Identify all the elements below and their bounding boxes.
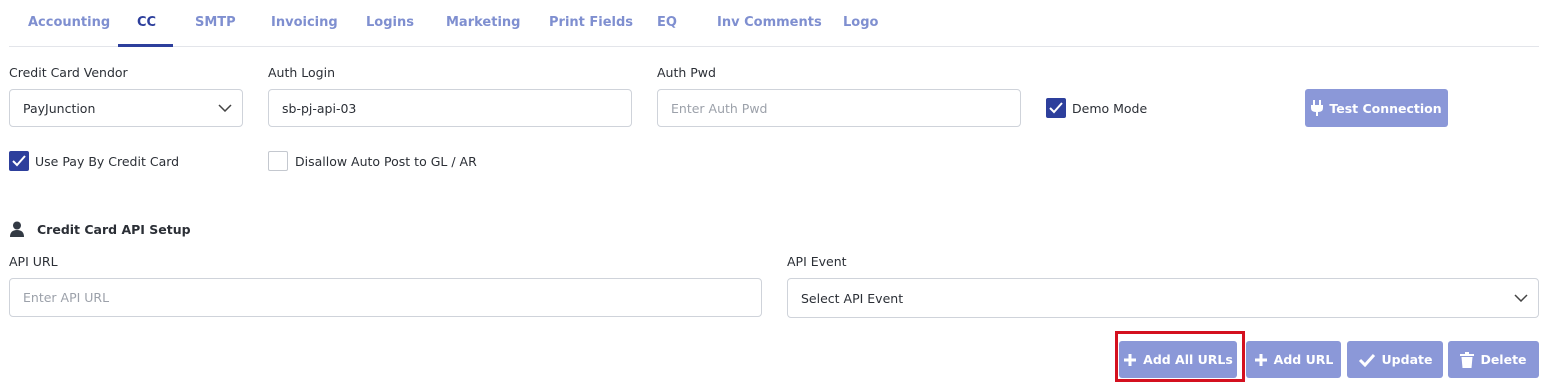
tab-inv-comments[interactable]: Inv Comments <box>717 15 822 30</box>
checkmark-icon <box>12 155 26 167</box>
auth-pwd-label: Auth Pwd <box>657 65 716 80</box>
use-pay-by-credit-card-label: Use Pay By Credit Card <box>35 154 180 169</box>
api-event-placeholder: Select API Event <box>801 290 904 306</box>
delete-label: Delete <box>1480 352 1527 367</box>
checkmark-icon <box>1049 102 1063 114</box>
credit-card-vendor-label: Credit Card Vendor <box>9 65 128 80</box>
api-event-select[interactable]: Select API Event <box>787 278 1539 318</box>
tab-logins[interactable]: Logins <box>366 15 414 30</box>
tab-logo[interactable]: Logo <box>843 15 878 30</box>
auth-login-input[interactable]: sb-pj-api-03 <box>268 89 632 127</box>
disallow-auto-post-checkbox[interactable] <box>268 151 288 171</box>
api-url-input[interactable] <box>23 290 761 305</box>
chevron-down-icon <box>1514 294 1528 302</box>
active-tab-indicator <box>118 44 173 47</box>
auth-login-value: sb-pj-api-03 <box>282 100 357 116</box>
demo-mode-checkbox[interactable] <box>1046 98 1066 118</box>
api-event-label: API Event <box>787 254 847 269</box>
plus-icon <box>1254 353 1267 366</box>
section-title: Credit Card API Setup <box>37 222 191 237</box>
add-url-button[interactable]: Add URL <box>1246 341 1341 378</box>
add-url-label: Add URL <box>1273 352 1334 367</box>
use-pay-by-credit-card-checkbox[interactable] <box>9 151 29 171</box>
auth-pwd-field[interactable] <box>657 89 1021 127</box>
tab-accounting[interactable]: Accounting <box>28 15 110 30</box>
user-icon <box>10 221 24 237</box>
update-button[interactable]: Update <box>1347 341 1443 378</box>
test-connection-label: Test Connection <box>1329 100 1442 116</box>
highlight-box <box>1115 331 1245 382</box>
tab-print-fields[interactable]: Print Fields <box>549 15 633 30</box>
checkmark-icon <box>1358 353 1375 367</box>
auth-login-label: Auth Login <box>268 65 335 80</box>
credit-card-vendor-value: PayJunction <box>23 100 96 116</box>
update-label: Update <box>1381 352 1433 367</box>
settings-tab-bar: Accounting CC SMTP Invoicing Logins Mark… <box>9 0 1539 47</box>
tab-eq[interactable]: EQ <box>657 15 677 30</box>
test-connection-button[interactable]: Test Connection <box>1305 89 1448 127</box>
delete-button[interactable]: Delete <box>1448 341 1539 378</box>
tab-invoicing[interactable]: Invoicing <box>271 15 338 30</box>
demo-mode-label: Demo Mode <box>1072 101 1148 116</box>
tab-marketing[interactable]: Marketing <box>446 15 520 30</box>
tab-cc[interactable]: CC <box>137 15 156 30</box>
plug-icon <box>1311 100 1324 116</box>
api-url-label: API URL <box>9 254 58 269</box>
auth-pwd-input[interactable] <box>671 100 1020 116</box>
chevron-down-icon <box>218 104 232 112</box>
tab-smtp[interactable]: SMTP <box>195 15 236 30</box>
api-url-field[interactable] <box>9 278 762 317</box>
credit-card-vendor-select[interactable]: PayJunction <box>9 89 243 127</box>
disallow-auto-post-label: Disallow Auto Post to GL / AR <box>295 154 477 169</box>
trash-icon <box>1460 351 1475 368</box>
